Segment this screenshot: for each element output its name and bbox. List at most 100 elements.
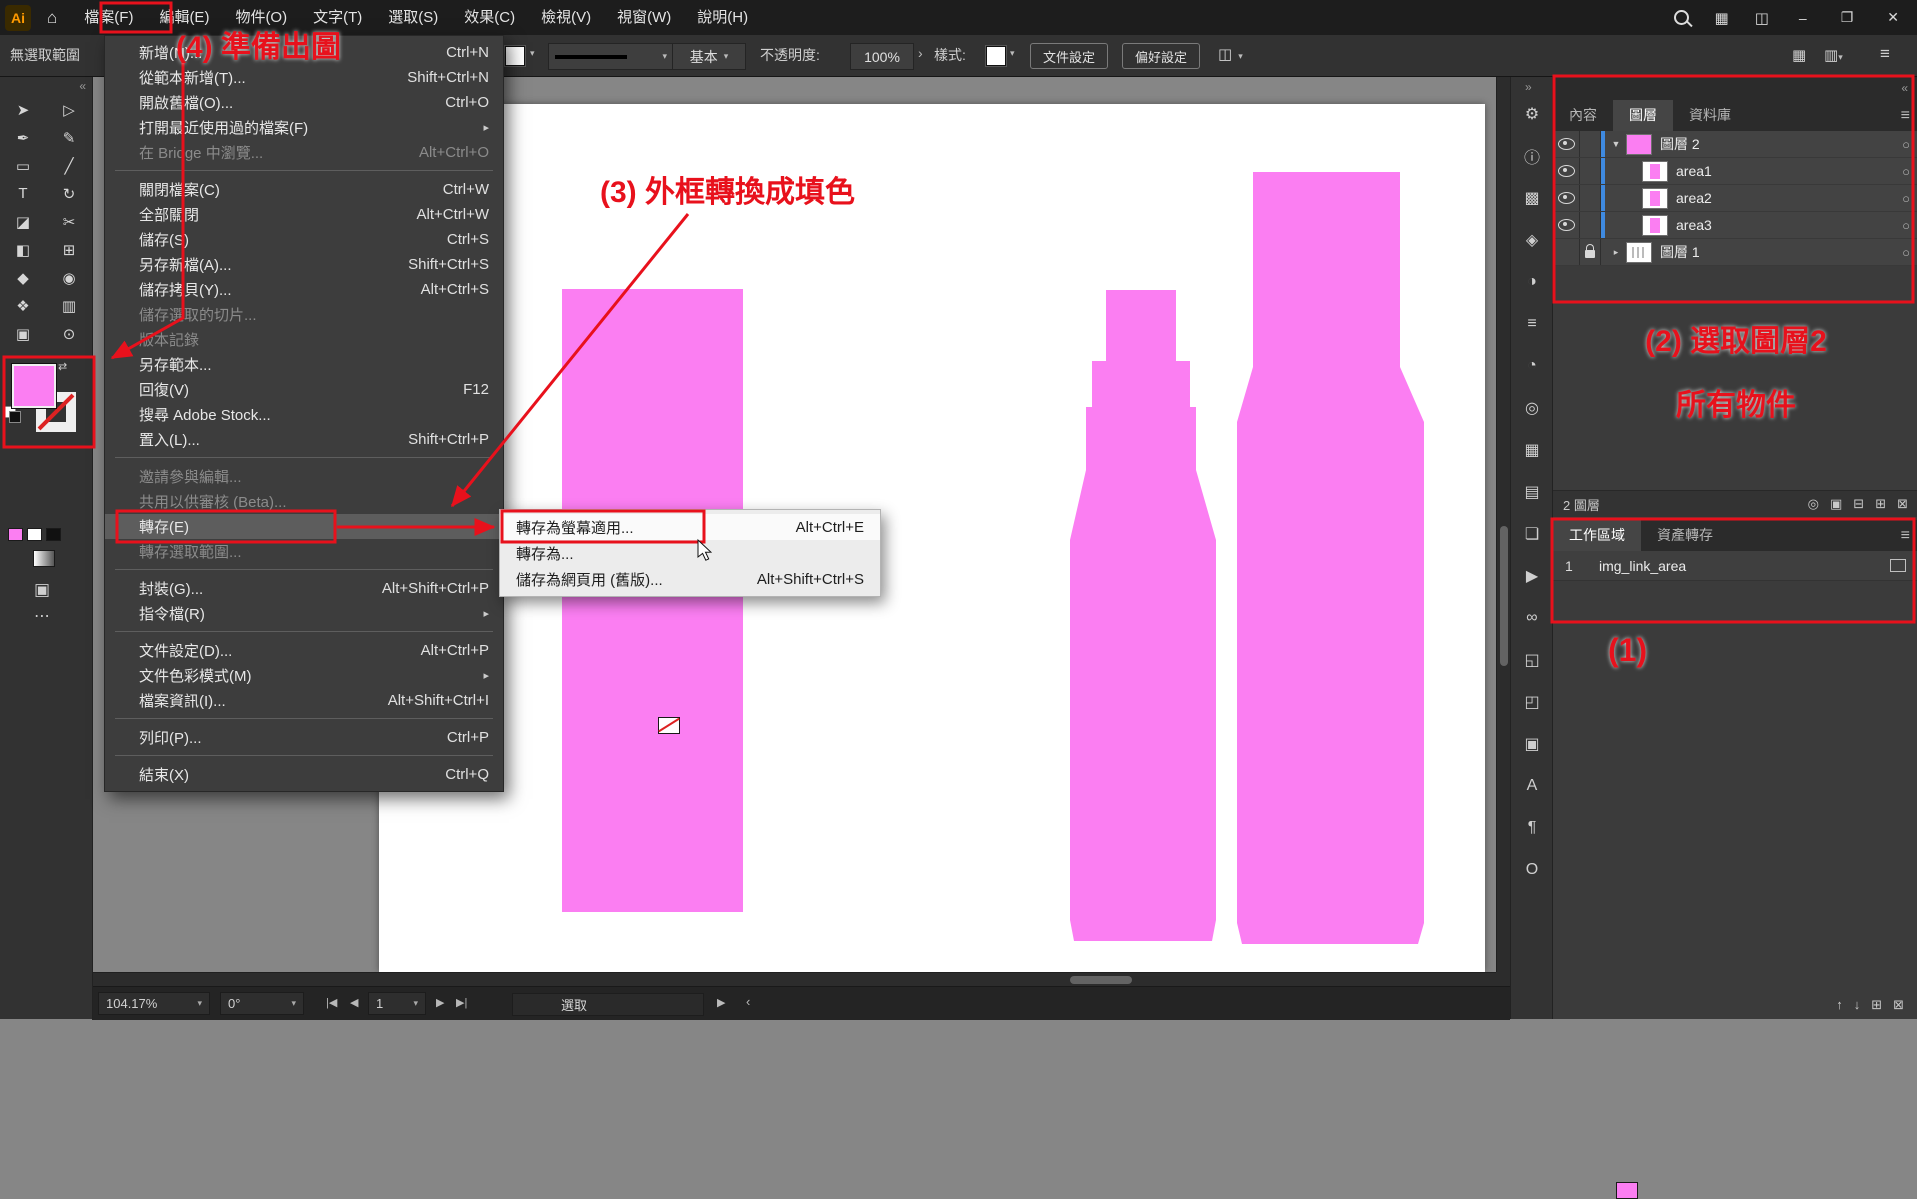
asset-export-icon[interactable]: ◰ <box>1524 692 1539 712</box>
chevron-down-icon[interactable]: ▾ <box>724 51 729 62</box>
pattern-icon[interactable]: ▦ <box>1524 440 1539 460</box>
menubar-item[interactable]: 說明(H) <box>684 0 761 35</box>
canvas-shape-2[interactable] <box>1070 290 1216 941</box>
workspace-grid-icon[interactable]: ▦ <box>1715 9 1729 27</box>
tab-asset-export[interactable]: 資產轉存 <box>1641 520 1729 551</box>
info-icon[interactable]: ⓘ <box>1524 146 1540 166</box>
gear-icon[interactable]: ⚙ <box>1525 104 1539 124</box>
file-menu-item[interactable]: 另存新檔(A)...Shift+Ctrl+S <box>105 252 503 277</box>
transform-icon[interactable]: ▩ <box>1524 188 1539 208</box>
restore-button[interactable]: ❐ <box>1837 9 1858 26</box>
tab-libraries[interactable]: 資料庫 <box>1673 100 1747 131</box>
selection-tool[interactable]: ➤ <box>8 100 38 119</box>
artboards-icon[interactable]: ▣ <box>1524 734 1539 754</box>
file-menu-item[interactable]: 搜尋 Adobe Stock... <box>105 402 503 427</box>
symbol-tool[interactable]: ❖ <box>8 296 38 315</box>
menubar-item[interactable]: 選取(S) <box>375 0 451 35</box>
target-circle-icon[interactable]: ○ <box>1902 164 1910 179</box>
lock-cell[interactable] <box>1580 239 1601 265</box>
file-menu-item[interactable]: 新增(N)...Ctrl+N <box>105 40 503 65</box>
file-menu-item[interactable]: 轉存選取範圍... <box>105 539 503 564</box>
eyedropper-tool[interactable]: ◆ <box>8 268 38 287</box>
swap-fill-stroke-icon[interactable]: ⇄ <box>58 360 67 373</box>
stroke-width-widget[interactable]: ▾ <box>548 43 674 70</box>
horizontal-scrollbar[interactable] <box>92 972 1496 987</box>
menubar-item[interactable]: 視窗(W) <box>604 0 684 35</box>
submenu-item[interactable]: 儲存為網頁用 (舊版)...Alt+Shift+Ctrl+S <box>500 566 880 592</box>
collapse-toolbar-icon[interactable]: « <box>79 79 86 93</box>
locate-object-icon[interactable]: ◎ <box>1808 496 1819 512</box>
line-tool[interactable]: ╱ <box>54 156 84 175</box>
new-sublayer-icon[interactable]: ⊟ <box>1853 496 1864 512</box>
rotate-tool[interactable]: ↻ <box>54 184 84 203</box>
move-down-icon[interactable]: ↓ <box>1854 997 1861 1013</box>
export-icon[interactable]: ◱ <box>1524 650 1539 670</box>
menubar-item[interactable]: 編輯(E) <box>146 0 222 35</box>
workspace-switcher-icon[interactable]: ◫▾ <box>1218 45 1243 63</box>
canvas-shape-3[interactable] <box>1237 172 1424 944</box>
transparency-icon[interactable]: ◔ <box>1527 356 1537 376</box>
artboard-row[interactable]: 1img_link_area <box>1553 551 1917 581</box>
graph-tool[interactable]: ▥ <box>54 296 84 315</box>
first-artboard-icon[interactable]: |◀ <box>326 996 337 1009</box>
lock-cell[interactable] <box>1580 185 1601 211</box>
layer-row[interactable]: ▼圖層 2○ <box>1553 131 1917 158</box>
grid-icon[interactable]: ▦ <box>1792 46 1806 64</box>
visibility-cell[interactable] <box>1553 158 1580 184</box>
mini-white-swatch[interactable] <box>27 528 42 541</box>
file-menu-item[interactable]: 回復(V)F12 <box>105 377 503 402</box>
character-icon[interactable]: A <box>1527 776 1538 796</box>
delete-layer-icon[interactable]: ⊠ <box>1897 496 1908 512</box>
mini-black-swatch[interactable] <box>46 528 61 541</box>
prev-artboard-icon[interactable]: ◀ <box>350 996 358 1009</box>
file-menu-item[interactable]: 全部關閉Alt+Ctrl+W <box>105 202 503 227</box>
chevron-down-icon[interactable]: ▾ <box>197 998 202 1009</box>
zoom-level-dropdown[interactable]: 104.17%▾ <box>98 992 210 1015</box>
hamburger-menu-icon[interactable]: ≡ <box>1880 44 1890 64</box>
file-menu-item[interactable]: 從範本新增(T)...Shift+Ctrl+N <box>105 65 503 90</box>
zoom-tool[interactable]: ⊙ <box>54 324 84 343</box>
file-menu-item[interactable]: 另存範本... <box>105 352 503 377</box>
file-menu-item[interactable]: 封裝(G)...Alt+Shift+Ctrl+P <box>105 576 503 601</box>
target-circle-icon[interactable]: ○ <box>1902 191 1910 206</box>
direct-selection-tool[interactable]: ▷ <box>54 100 84 119</box>
columns-icon[interactable]: ▥▾ <box>1824 46 1843 64</box>
layer-row[interactable]: ▸圖層 1○ <box>1553 239 1917 266</box>
swatches-icon[interactable]: ▤ <box>1524 482 1539 502</box>
file-menu-item[interactable]: 共用以供審核 (Beta)... <box>105 489 503 514</box>
layer-row[interactable]: area3○ <box>1553 212 1917 239</box>
visibility-cell[interactable] <box>1553 131 1580 157</box>
file-menu-item[interactable]: 文件色彩模式(M)▸ <box>105 663 503 688</box>
file-menu-item[interactable]: 列印(P)...Ctrl+P <box>105 725 503 750</box>
visibility-cell[interactable] <box>1553 239 1580 265</box>
draw-mode-icon[interactable]: ▣ <box>34 580 50 600</box>
chevron-down-icon[interactable]: ▾ <box>662 51 667 62</box>
layer-row[interactable]: area1○ <box>1553 158 1917 185</box>
new-layer-icon[interactable]: ⊞ <box>1875 496 1886 512</box>
search-icon[interactable] <box>1674 10 1689 25</box>
move-up-icon[interactable]: ↑ <box>1836 997 1843 1013</box>
opentype-icon[interactable]: O <box>1526 860 1538 880</box>
artboard-number-dropdown[interactable]: 1▾ <box>368 992 426 1015</box>
file-menu-item[interactable]: 儲存選取的切片... <box>105 302 503 327</box>
file-menu-item[interactable]: 開啟舊檔(O)...Ctrl+O <box>105 90 503 115</box>
opacity-expand-icon[interactable]: › <box>918 45 923 61</box>
file-menu-item[interactable]: 轉存(E)▸ <box>105 514 503 539</box>
pen-tool[interactable]: ✒ <box>8 128 38 147</box>
target-circle-icon[interactable]: ○ <box>1902 218 1910 233</box>
stroke-icon[interactable]: ≡ <box>1527 314 1536 334</box>
file-menu-item[interactable]: 置入(L)...Shift+Ctrl+P <box>105 427 503 452</box>
file-menu-item[interactable]: 結束(X)Ctrl+Q <box>105 762 503 787</box>
appearance-icon[interactable]: ◈ <box>1526 230 1538 250</box>
style-swatch[interactable] <box>986 46 1006 66</box>
menubar-item[interactable]: 檢視(V) <box>528 0 604 35</box>
file-menu-item[interactable]: 在 Bridge 中瀏覽...Alt+Ctrl+O <box>105 140 503 165</box>
file-menu-item[interactable]: 文件設定(D)...Alt+Ctrl+P <box>105 638 503 663</box>
file-menu-item[interactable]: 版本記錄 <box>105 327 503 352</box>
preferences-button[interactable]: 偏好設定 <box>1122 43 1200 69</box>
minimize-button[interactable]: – <box>1795 10 1811 26</box>
expand-icon[interactable]: ▼ <box>1608 139 1624 149</box>
panel-menu-icon[interactable]: ≡ <box>1901 100 1910 131</box>
vscroll-thumb[interactable] <box>1500 526 1508 666</box>
lock-cell[interactable] <box>1580 131 1601 157</box>
